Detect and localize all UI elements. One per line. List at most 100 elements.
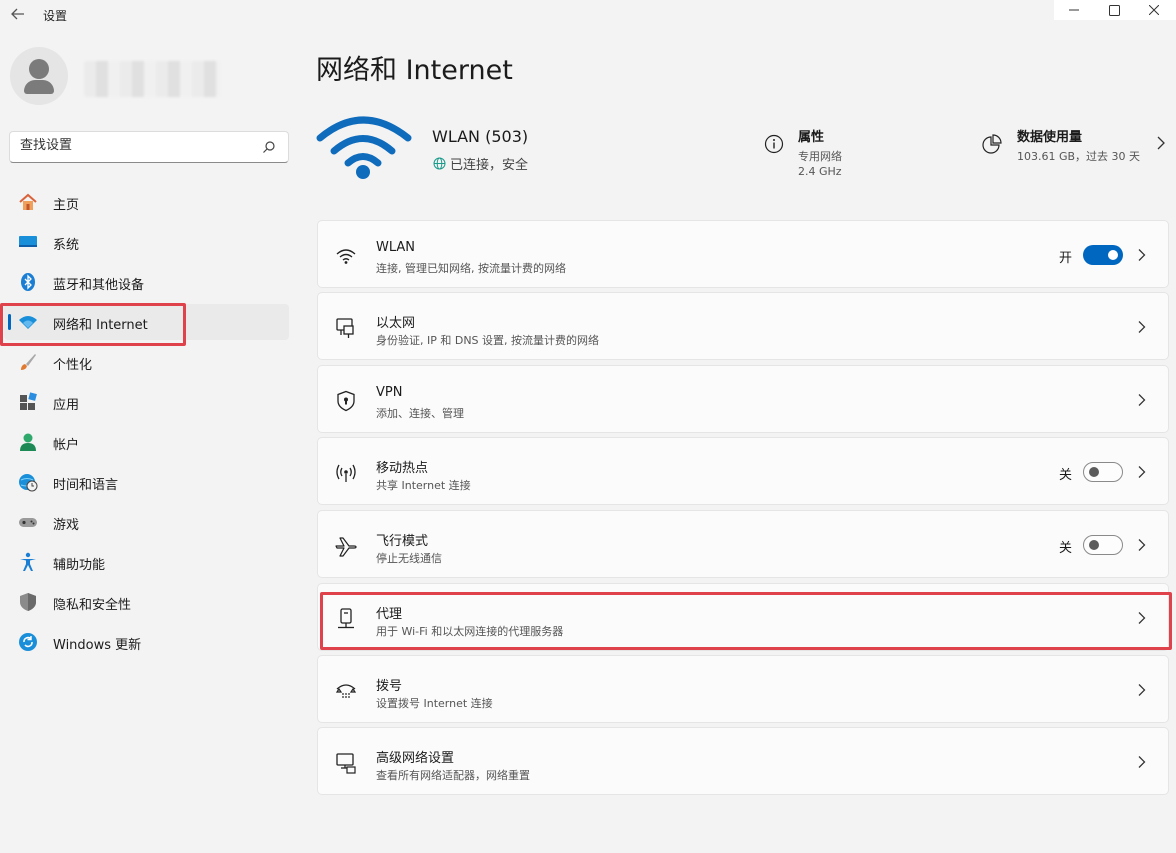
window-controls (1054, 0, 1176, 20)
apps-icon (18, 392, 38, 412)
sidebar-item-windows-update[interactable]: Windows 更新 (4, 624, 289, 660)
sidebar-item-label: 时间和语言 (53, 478, 119, 493)
card-wlan[interactable]: WLAN 连接, 管理已知网络, 按流量计费的网络 开 (317, 220, 1169, 288)
sidebar-item-system[interactable]: 系统 (4, 224, 289, 260)
card-title: WLAN (376, 240, 416, 255)
card-subtitle: 共享 Internet 连接 (376, 479, 471, 492)
maximize-icon (1108, 4, 1120, 16)
avatar (10, 47, 68, 105)
maximize-button[interactable] (1094, 0, 1134, 20)
sidebar-item-label: 隐私和安全性 (53, 598, 132, 613)
info-icon (764, 134, 784, 154)
wlan-toggle[interactable] (1083, 245, 1123, 265)
properties-link[interactable]: 属性 专用网络 2.4 GHz (764, 124, 884, 180)
network-name: WLAN (503) (432, 127, 529, 146)
toggle-state-label: 开 (1058, 251, 1072, 266)
ethernet-icon (335, 317, 357, 339)
user-profile[interactable] (10, 47, 230, 107)
sidebar-item-network[interactable]: 网络和 Internet (4, 304, 289, 340)
card-advanced-network-settings[interactable]: 高级网络设置 查看所有网络适配器，网络重置 (317, 727, 1169, 795)
gamepad-icon (18, 512, 38, 532)
minimize-button[interactable] (1054, 0, 1094, 20)
search-input[interactable] (20, 138, 250, 153)
card-mobile-hotspot[interactable]: 移动热点 共享 Internet 连接 关 (317, 437, 1169, 505)
card-title: 移动热点 (376, 461, 429, 476)
sidebar-item-label: 系统 (53, 238, 80, 253)
back-button[interactable] (8, 4, 28, 24)
card-proxy[interactable]: 代理 用于 Wi-Fi 和以太网连接的代理服务器 (317, 583, 1169, 651)
wifi-icon (18, 312, 38, 332)
minimize-icon (1069, 9, 1079, 11)
chevron-right-icon (1138, 684, 1146, 696)
monitor-icon (18, 232, 38, 252)
shield-icon (18, 592, 38, 612)
card-subtitle: 添加、连接、管理 (376, 407, 464, 420)
card-title: 高级网络设置 (376, 751, 455, 766)
brush-icon (18, 352, 38, 372)
sidebar-item-bluetooth[interactable]: 蓝牙和其他设备 (4, 264, 289, 300)
sidebar-item-apps[interactable]: 应用 (4, 384, 289, 420)
arrow-left-icon (11, 8, 24, 20)
chevron-right-icon (1138, 612, 1146, 624)
toggle-state-label: 关 (1058, 468, 1072, 483)
properties-band: 2.4 GHz (798, 165, 842, 178)
card-subtitle: 用于 Wi-Fi 和以太网连接的代理服务器 (376, 625, 564, 638)
vpn-shield-icon (335, 390, 357, 412)
bluetooth-icon (18, 272, 38, 292)
blurred-user-name (84, 61, 220, 97)
sidebar-item-label: Windows 更新 (53, 638, 142, 653)
sidebar-item-label: 游戏 (53, 518, 80, 533)
card-ethernet[interactable]: 以太网 身份验证, IP 和 DNS 设置, 按流量计费的网络 (317, 292, 1169, 360)
sidebar-item-label: 网络和 Internet (53, 318, 148, 333)
airplane-icon (335, 535, 357, 557)
card-title: 以太网 (376, 316, 416, 331)
sidebar-item-privacy[interactable]: 隐私和安全性 (4, 584, 289, 620)
close-button[interactable] (1134, 0, 1174, 20)
chevron-right-icon (1138, 756, 1146, 768)
card-title: 飞行模式 (376, 534, 429, 549)
data-usage-amount: 103.61 GB，过去 30 天 (1017, 150, 1141, 163)
card-airplane-mode[interactable]: 飞行模式 停止无线通信 关 (317, 510, 1169, 578)
airplane-mode-toggle[interactable] (1083, 535, 1123, 555)
card-subtitle: 身份验证, IP 和 DNS 设置, 按流量计费的网络 (376, 334, 600, 347)
proxy-icon (335, 608, 357, 630)
close-icon (1149, 5, 1159, 15)
accessibility-icon (18, 552, 38, 572)
hotspot-icon (335, 462, 357, 484)
sidebar-item-label: 辅助功能 (53, 558, 106, 573)
toggle-state-label: 关 (1058, 541, 1072, 556)
sidebar-item-gaming[interactable]: 游戏 (4, 504, 289, 540)
search-box[interactable] (9, 131, 289, 163)
sidebar-item-personalization[interactable]: 个性化 (4, 344, 289, 380)
title-bar: 设置 (0, 0, 1176, 30)
network-status: 已连接，安全 (433, 154, 528, 173)
card-subtitle: 查看所有网络适配器，网络重置 (376, 769, 530, 782)
card-title: 拨号 (376, 679, 403, 694)
data-usage-link[interactable]: 数据使用量 103.61 GB，过去 30 天 (982, 124, 1172, 180)
wifi-icon (335, 245, 357, 267)
card-subtitle: 停止无线通信 (376, 552, 442, 565)
mobile-hotspot-toggle[interactable] (1083, 462, 1123, 482)
card-title: 代理 (376, 607, 403, 622)
search-icon[interactable] (262, 140, 276, 154)
wifi-large-icon (316, 116, 412, 179)
card-dial-up[interactable]: 拨号 设置拨号 Internet 连接 (317, 655, 1169, 723)
sidebar-item-time-language[interactable]: 时间和语言 (4, 464, 289, 500)
globe-icon (433, 157, 446, 170)
card-subtitle: 设置拨号 Internet 连接 (376, 697, 493, 710)
refresh-icon (18, 632, 38, 652)
card-title: VPN (376, 385, 403, 400)
chevron-right-icon (1138, 321, 1146, 333)
sidebar-item-accounts[interactable]: 帐户 (4, 424, 289, 460)
sidebar-item-label: 帐户 (53, 438, 80, 453)
chevron-right-icon (1138, 249, 1146, 261)
sidebar-item-accessibility[interactable]: 辅助功能 (4, 544, 289, 580)
sidebar-item-label: 个性化 (53, 358, 93, 373)
sidebar-item-label: 主页 (53, 198, 80, 213)
sidebar-item-home[interactable]: 主页 (4, 184, 289, 220)
chevron-right-icon (1138, 394, 1146, 406)
chevron-right-icon (1157, 136, 1165, 150)
properties-network-type: 专用网络 (798, 150, 842, 163)
card-vpn[interactable]: VPN 添加、连接、管理 (317, 365, 1169, 433)
app-title: 设置 (43, 9, 68, 23)
